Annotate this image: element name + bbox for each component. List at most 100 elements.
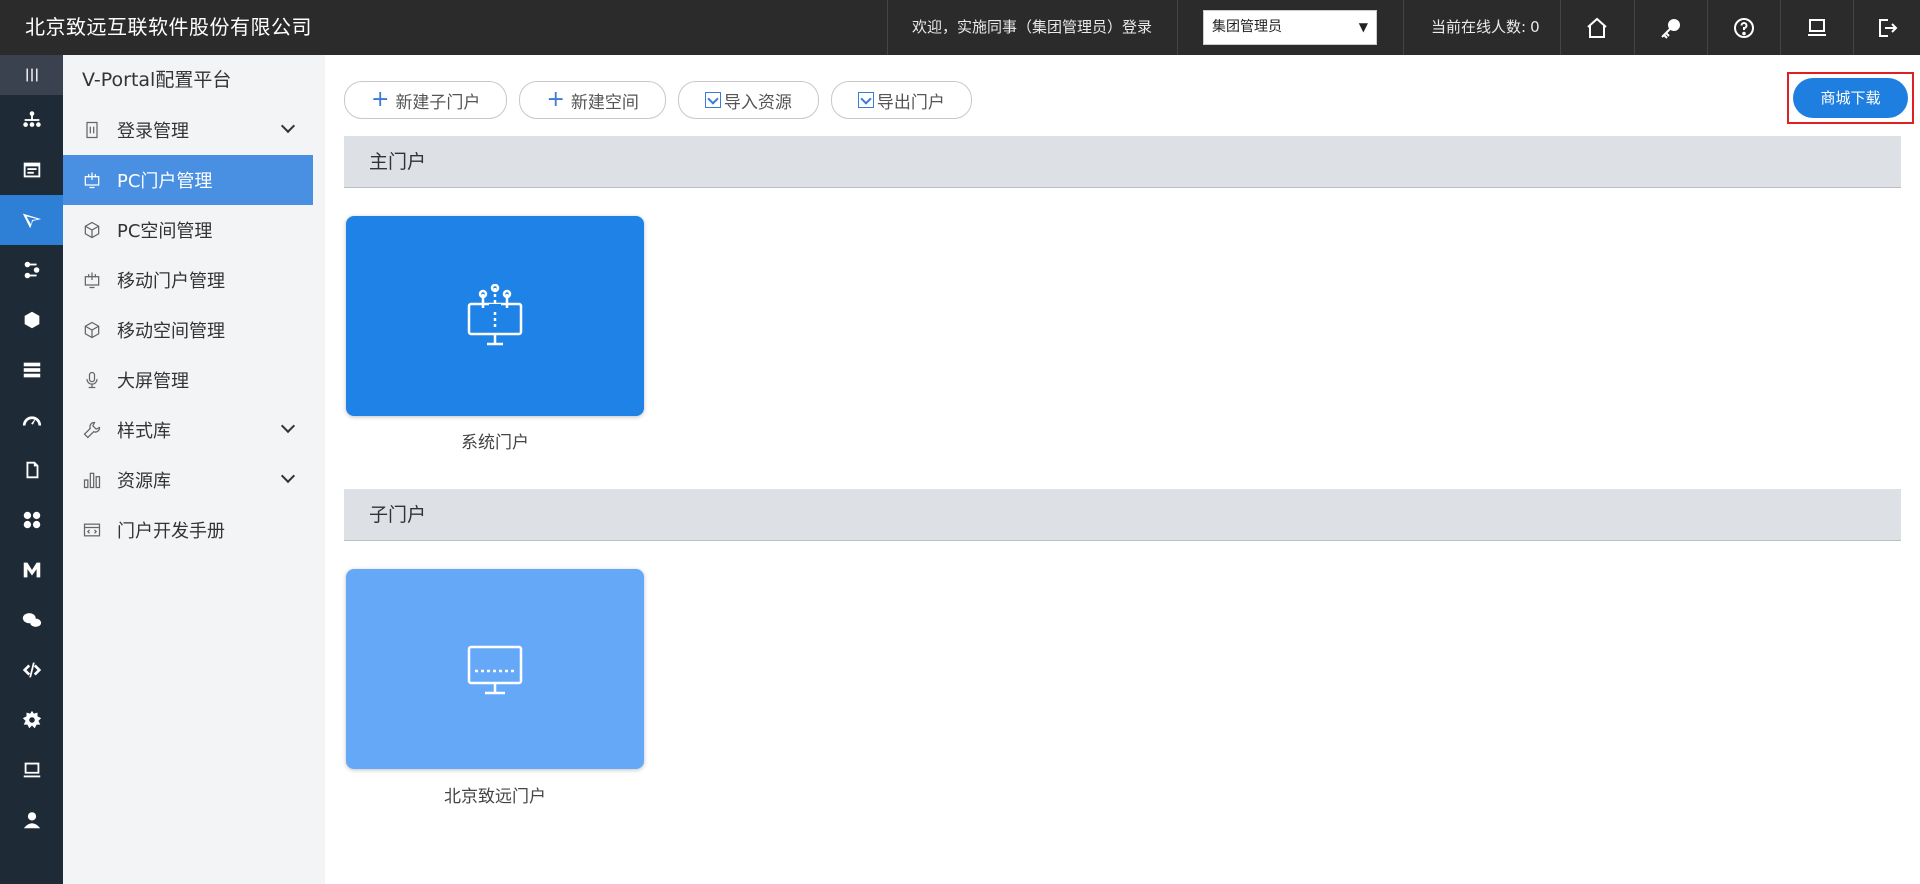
menu-item-login[interactable]: 登录管理 xyxy=(63,105,313,155)
cap-icon xyxy=(24,311,39,329)
import-icon xyxy=(704,92,721,108)
new-sub-portal-label: 新建子门户 xyxy=(395,92,481,113)
rail-item-apps[interactable] xyxy=(0,495,63,545)
new-sub-portal-button[interactable]: + 新建子门户 xyxy=(344,81,508,119)
divider xyxy=(1177,0,1178,55)
rail-item-cap[interactable] xyxy=(0,295,63,345)
menu-item-pc-space[interactable]: PC空间管理 xyxy=(63,205,313,255)
menu-item-mobile-space[interactable]: 移动空间管理 xyxy=(63,305,313,355)
chat-icon xyxy=(22,613,41,627)
menu-icon xyxy=(26,68,37,82)
help-button[interactable] xyxy=(1708,0,1780,55)
sub-portal-header: 子门户 xyxy=(344,489,1901,541)
screen-icon xyxy=(23,762,40,778)
rail-item-portal[interactable] xyxy=(0,195,63,245)
cube-icon xyxy=(81,219,103,241)
plus-icon: + xyxy=(546,87,565,112)
company-name: 北京致远互联软件股份有限公司 xyxy=(25,15,312,39)
org-chart-icon xyxy=(22,111,41,127)
rail-item-document[interactable] xyxy=(0,445,63,495)
m-icon xyxy=(23,562,40,578)
mall-download-button[interactable]: 商城下载 xyxy=(1793,78,1908,118)
dashboard-icon xyxy=(22,416,41,426)
rail-item-dashboard[interactable] xyxy=(0,395,63,445)
monitor-icon xyxy=(467,645,523,695)
import-resource-button[interactable]: 导入资源 xyxy=(677,81,819,119)
pc-portal-icon xyxy=(81,169,103,191)
monitor-icon xyxy=(1808,18,1826,36)
menu-item-resource-library[interactable]: 资源库 xyxy=(63,455,313,505)
workflow-icon xyxy=(24,261,39,279)
menu-item-label: 大屏管理 xyxy=(117,371,189,392)
cube-icon xyxy=(81,319,103,341)
menu-item-label: 移动空间管理 xyxy=(117,321,225,342)
home-button[interactable] xyxy=(1561,0,1633,55)
welcome-text: 欢迎，实施同事（集团管理员）登录 xyxy=(912,18,1153,36)
plus-icon: + xyxy=(371,87,390,112)
menu-item-label: PC门户管理 xyxy=(117,171,213,192)
mall-download-highlight: 商城下载 xyxy=(1787,72,1914,124)
menu-item-label: PC空间管理 xyxy=(117,221,213,242)
menu-title: V-Portal配置平台 xyxy=(82,69,232,91)
export-portal-label: 导出门户 xyxy=(876,92,945,113)
menu-item-label: 样式库 xyxy=(117,421,171,442)
rail-item-chat[interactable] xyxy=(0,595,63,645)
icon-rail xyxy=(0,55,63,884)
main-content: + 新建子门户 + 新建空间 导入资源 导出门户 商城下载 主门户 系统门户 子… xyxy=(325,55,1920,884)
chevron-down-icon: ▼ xyxy=(1358,20,1368,34)
document-icon xyxy=(26,461,38,479)
home-icon xyxy=(1587,17,1607,38)
import-resource-label: 导入资源 xyxy=(723,92,792,113)
online-number: 0 xyxy=(1530,18,1540,36)
new-space-label: 新建空间 xyxy=(570,92,639,113)
top-bar: 北京致远互联软件股份有限公司 欢迎，实施同事（集团管理员）登录 集团管理员 ▼ … xyxy=(0,0,1920,55)
menu-item-label: 门户开发手册 xyxy=(117,521,225,542)
rail-item-org[interactable] xyxy=(0,95,63,145)
monitor-button[interactable] xyxy=(1781,0,1853,55)
wrench-icon xyxy=(81,419,103,441)
rail-menu-toggle[interactable] xyxy=(0,55,63,95)
side-menu: V-Portal配置平台 登录管理 PC门户管理 PC空间管理 移动门户管理 移… xyxy=(63,55,313,884)
chevron-down-icon xyxy=(280,118,296,134)
logout-button[interactable] xyxy=(1854,0,1920,55)
menu-item-pc-portal[interactable]: PC门户管理 xyxy=(63,155,313,205)
menu-item-style-library[interactable]: 样式库 xyxy=(63,405,313,455)
export-portal-button[interactable]: 导出门户 xyxy=(830,81,972,119)
menu-item-mobile-portal[interactable]: 移动门户管理 xyxy=(63,255,313,305)
portal-tree-icon xyxy=(467,284,523,346)
rail-item-form[interactable] xyxy=(0,145,63,195)
menu-item-dev-manual[interactable]: 门户开发手册 xyxy=(63,505,313,555)
menu-item-label: 移动门户管理 xyxy=(117,271,225,292)
apps-icon xyxy=(23,511,40,529)
rail-item-m[interactable] xyxy=(0,545,63,595)
settings-icon xyxy=(22,710,41,729)
system-portal-card[interactable] xyxy=(346,216,644,416)
role-select[interactable]: 集团管理员 ▼ xyxy=(1203,10,1377,45)
bars-icon xyxy=(81,469,103,491)
menu-scroll-strip xyxy=(313,55,325,884)
menu-item-big-screen[interactable]: 大屏管理 xyxy=(63,355,313,405)
beijing-portal-label: 北京致远门户 xyxy=(444,787,546,807)
big-screen-icon xyxy=(81,369,103,391)
menu-item-label: 资源库 xyxy=(117,471,171,492)
user-icon xyxy=(23,812,40,829)
key-button[interactable] xyxy=(1635,0,1707,55)
rail-item-settings[interactable] xyxy=(0,695,63,745)
login-icon xyxy=(81,119,103,141)
database-icon xyxy=(23,362,40,378)
rail-item-code[interactable] xyxy=(0,645,63,695)
main-portal-header: 主门户 xyxy=(344,136,1901,188)
rail-item-screen[interactable] xyxy=(0,745,63,795)
rail-item-user[interactable] xyxy=(0,795,63,845)
beijing-portal-card[interactable] xyxy=(346,569,644,769)
rail-item-database[interactable] xyxy=(0,345,63,395)
online-label: 当前在线人数: xyxy=(1431,18,1527,36)
new-space-button[interactable]: + 新建空间 xyxy=(519,81,666,119)
rail-item-workflow[interactable] xyxy=(0,245,63,295)
logout-icon xyxy=(1879,18,1898,37)
key-icon xyxy=(1661,18,1680,39)
system-portal-label: 系统门户 xyxy=(461,433,529,453)
code-window-icon xyxy=(81,519,103,541)
code-icon xyxy=(22,662,41,678)
form-icon xyxy=(23,162,40,178)
